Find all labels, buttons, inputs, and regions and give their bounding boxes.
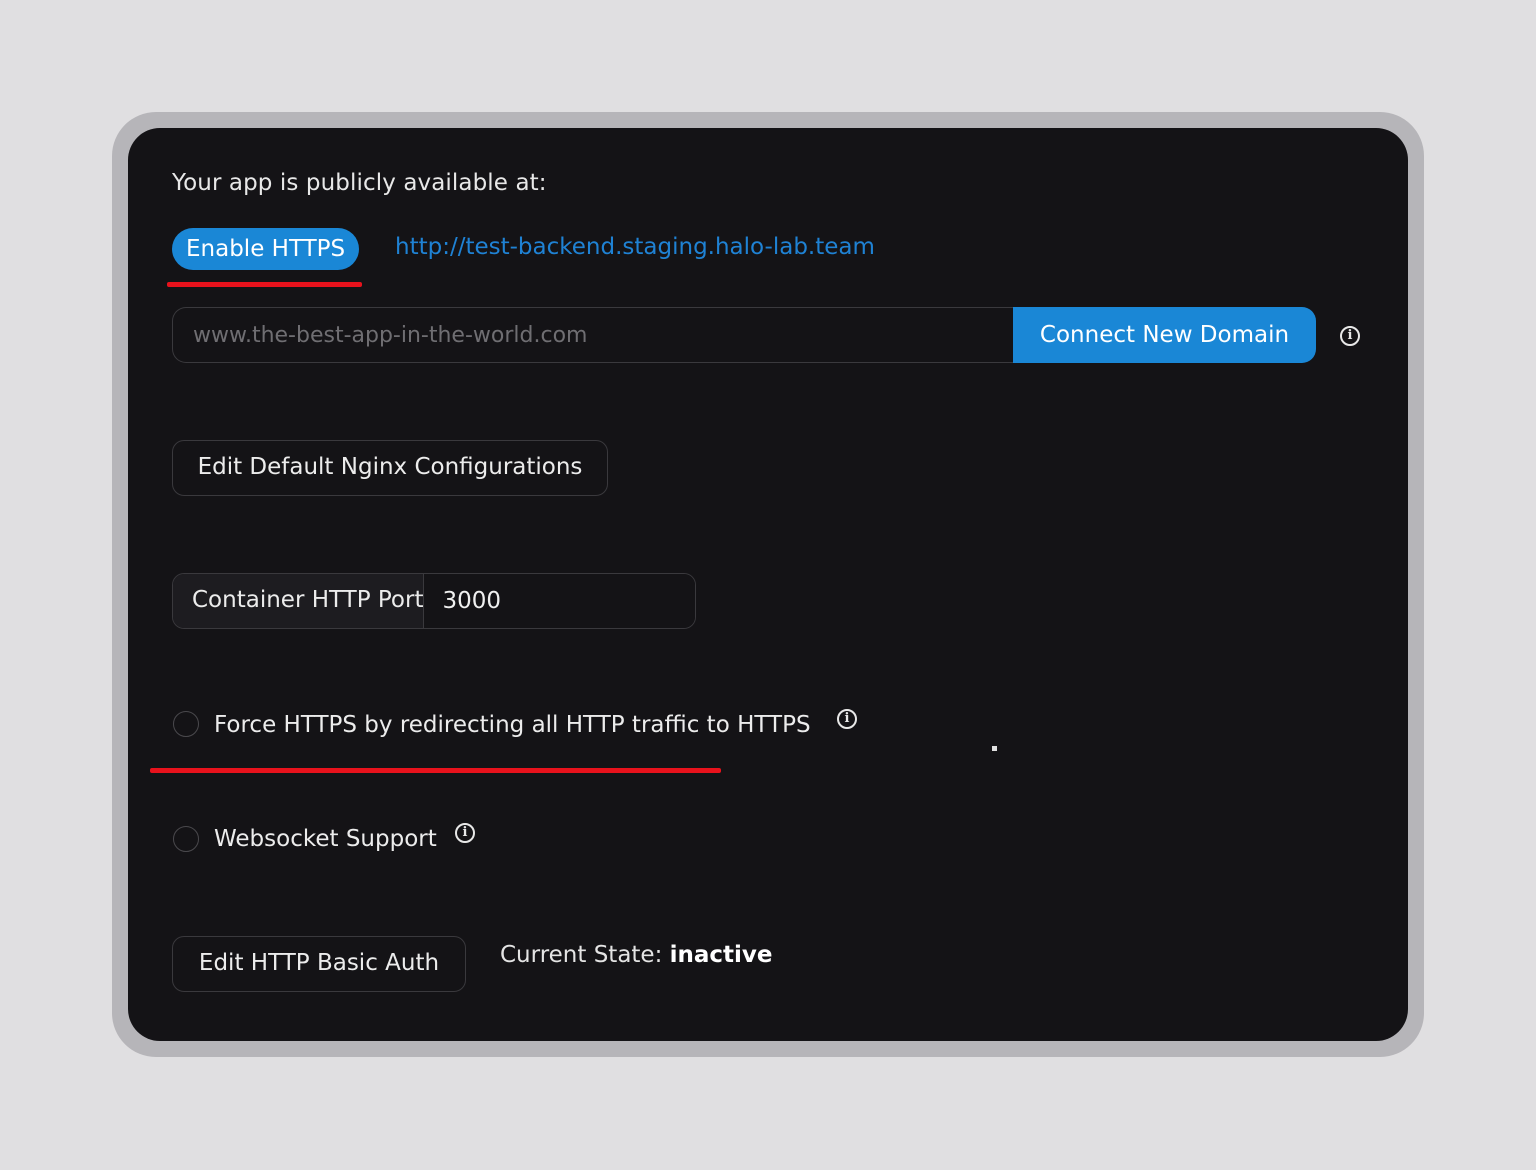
force-https-info-icon[interactable]: i (837, 709, 857, 729)
app-url-link[interactable]: http://test-backend.staging.halo-lab.tea… (395, 234, 875, 260)
domain-input[interactable] (172, 307, 1013, 363)
auth-state-prefix: Current State: (500, 942, 670, 968)
stray-dot (992, 746, 997, 751)
enable-https-button[interactable]: Enable HTTPS (172, 228, 360, 270)
info-icon[interactable]: i (1340, 326, 1360, 346)
auth-state-value: inactive (669, 942, 773, 968)
highlight-underline-port (150, 768, 721, 773)
force-https-radio[interactable] (173, 711, 199, 737)
edit-nginx-config-button[interactable]: Edit Default Nginx Configurations (172, 440, 608, 496)
container-port-label: Container HTTP Port (173, 574, 425, 628)
websocket-info-icon[interactable]: i (455, 823, 475, 843)
auth-state-text: Current State: inactive (500, 942, 773, 968)
edit-basic-auth-button[interactable]: Edit HTTP Basic Auth (172, 936, 466, 992)
container-port-group: Container HTTP Port (172, 573, 696, 629)
highlight-underline-https (167, 282, 362, 287)
websocket-radio[interactable] (173, 826, 199, 852)
container-port-input[interactable] (424, 574, 695, 628)
domain-settings-panel: Your app is publicly available at: Enabl… (128, 128, 1408, 1041)
connect-new-domain-button[interactable]: Connect New Domain (1013, 307, 1316, 363)
public-availability-text: Your app is publicly available at: (172, 170, 547, 196)
websocket-label: Websocket Support (214, 826, 437, 852)
force-https-label: Force HTTPS by redirecting all HTTP traf… (214, 712, 811, 738)
